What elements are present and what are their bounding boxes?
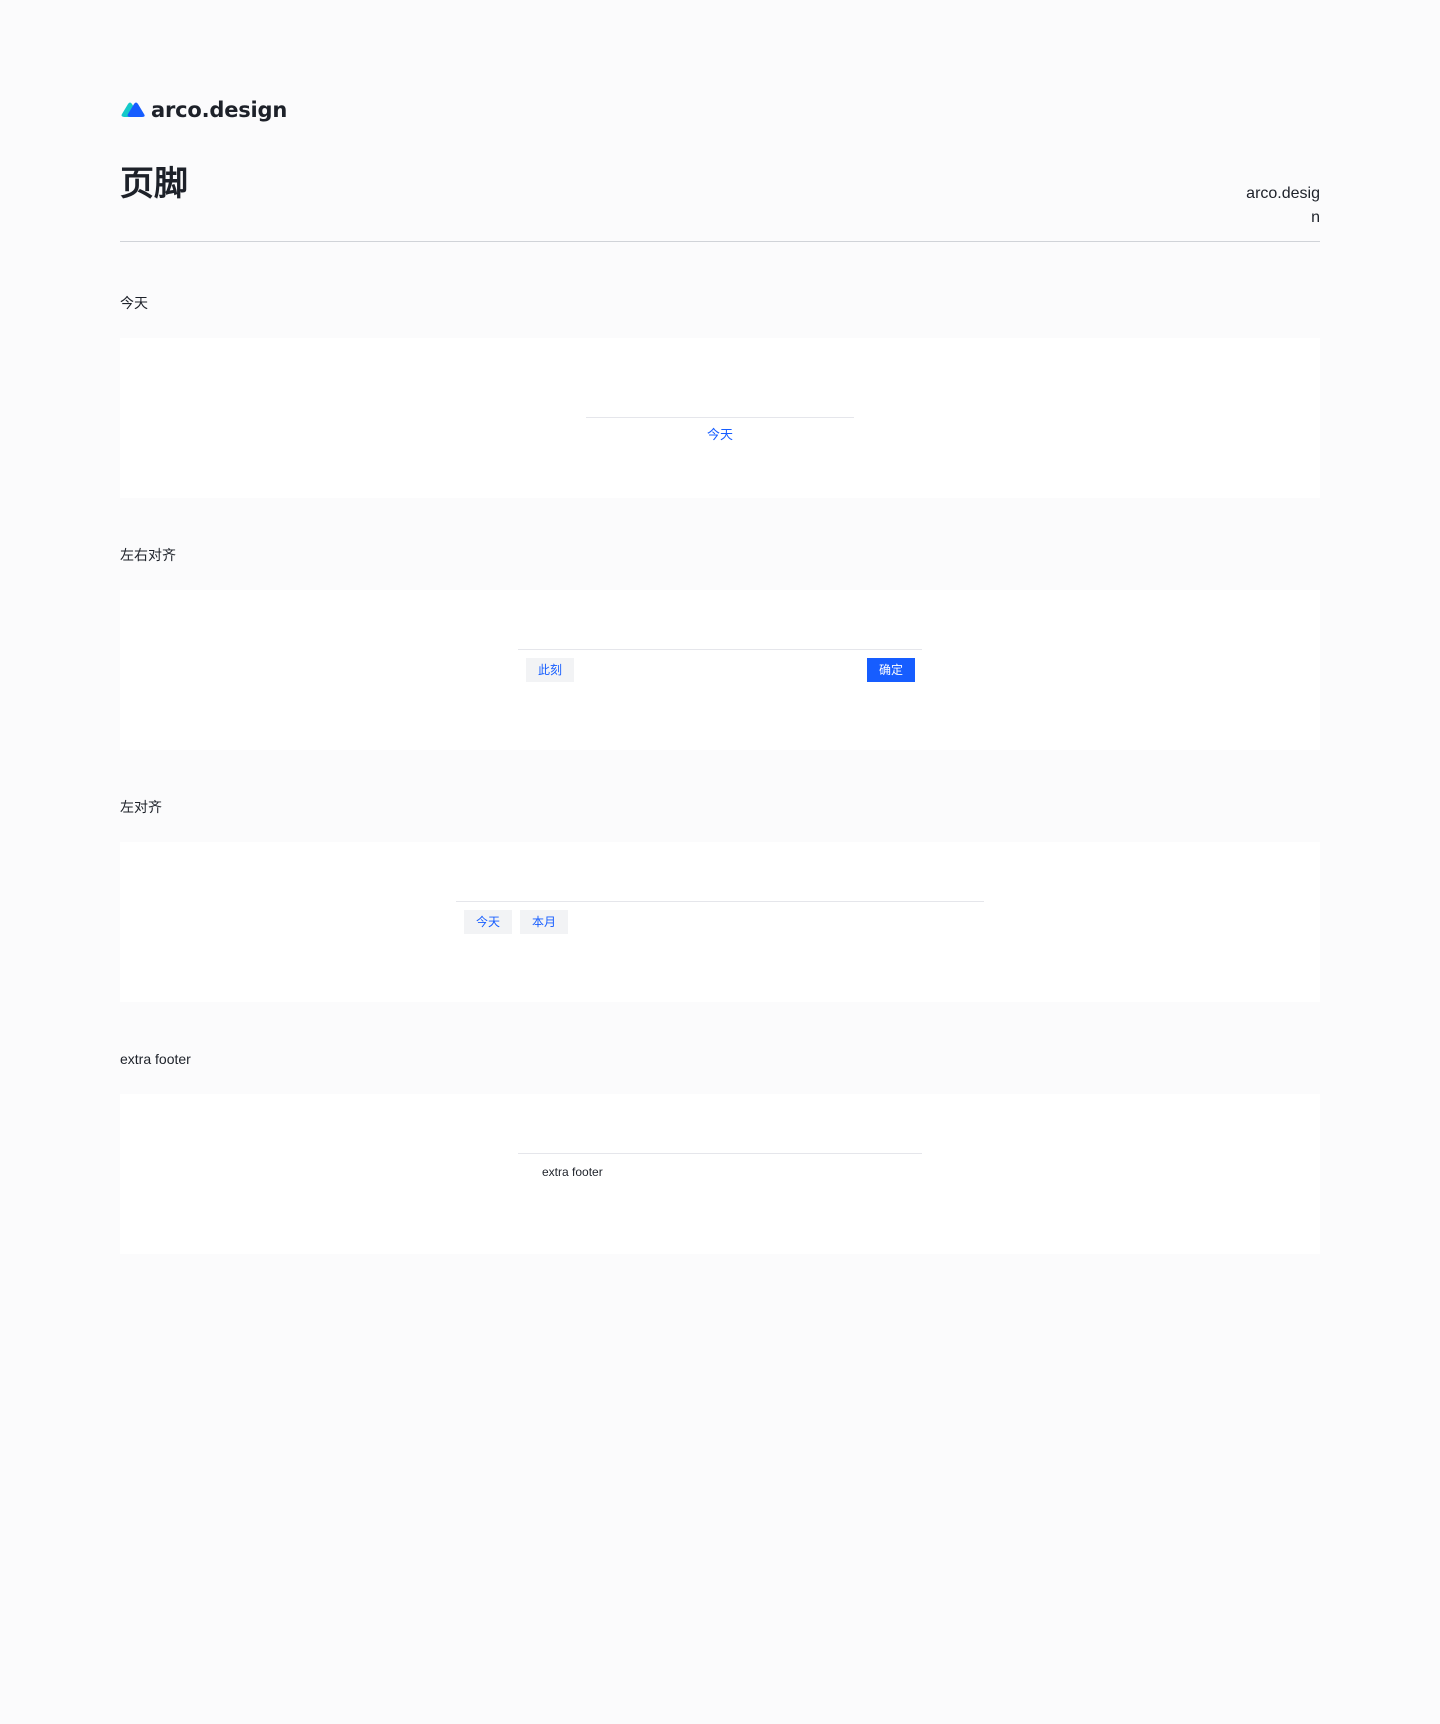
footer-divider — [518, 649, 922, 650]
section-title-extra-footer: extra footer — [120, 1051, 191, 1067]
header-divider — [120, 241, 1320, 242]
footer-divider — [586, 417, 854, 418]
month-button[interactable]: 本月 — [520, 910, 568, 934]
now-button[interactable]: 此刻 — [526, 658, 574, 682]
logo-text: arco.design — [151, 98, 288, 122]
page-title: 页脚 — [120, 165, 188, 203]
logo[interactable]: arco.design — [120, 97, 287, 123]
demo-card-left: 今天 本月 — [120, 842, 1320, 1002]
extra-footer-text: extra footer — [542, 1165, 603, 1179]
confirm-button[interactable]: 确定 — [867, 658, 915, 682]
demo-card-today: 今天 — [120, 338, 1320, 498]
today-button[interactable]: 今天 — [464, 910, 512, 934]
today-link[interactable]: 今天 — [686, 425, 754, 445]
header-right-text: arco.design — [1246, 185, 1320, 226]
footer-divider — [518, 1153, 922, 1154]
footer-divider — [456, 901, 984, 902]
section-title-left: 左对齐 — [120, 799, 162, 815]
demo-card-extra-footer: extra footer — [120, 1094, 1320, 1254]
demo-card-justify: 此刻 确定 — [120, 590, 1320, 750]
section-title-justify: 左右对齐 — [120, 547, 176, 563]
arco-logo-icon — [121, 102, 145, 117]
section-title-today: 今天 — [120, 295, 148, 311]
